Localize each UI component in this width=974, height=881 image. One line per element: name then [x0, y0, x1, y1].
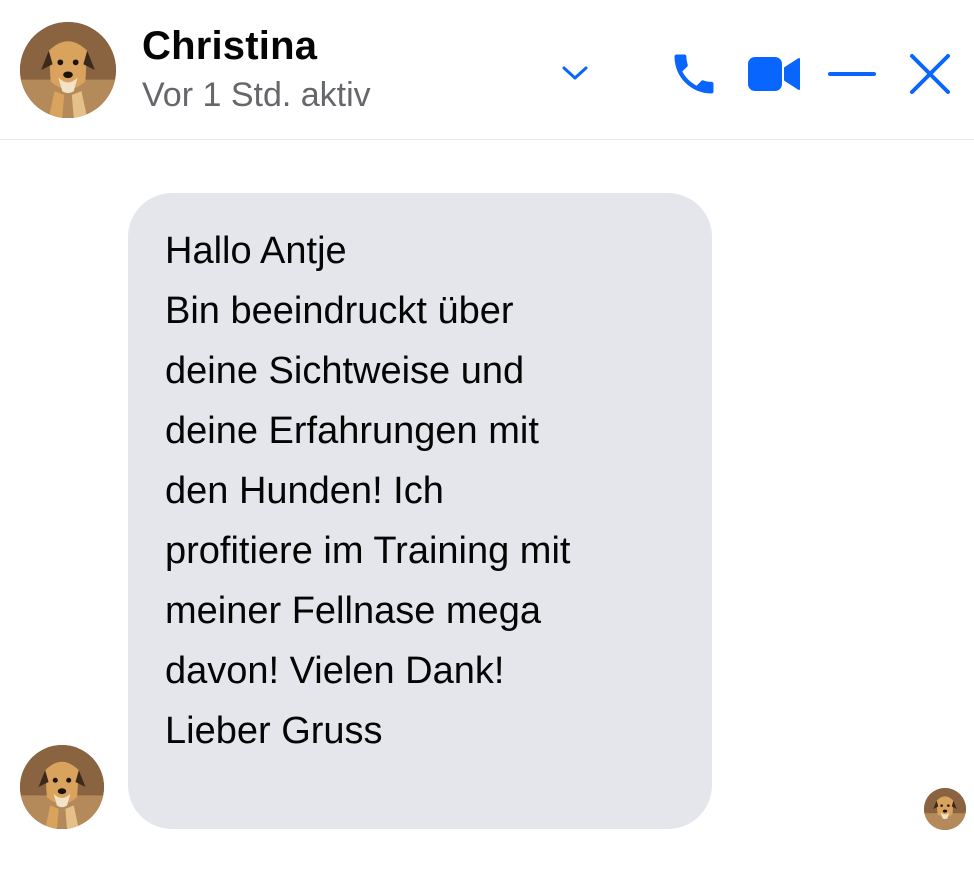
video-call-button[interactable] [744, 44, 804, 104]
audio-call-button[interactable] [664, 44, 724, 104]
close-icon [910, 54, 950, 94]
seen-indicator-avatar [924, 788, 966, 830]
contact-avatar[interactable] [20, 22, 116, 118]
message-line: den Hunden! Ich [165, 470, 444, 512]
message-line: deine Erfahrungen mit [165, 410, 539, 452]
chat-header: Christina Vor 1 Std. aktiv [0, 0, 974, 140]
message-bubble[interactable]: Hallo Antje Bin beeindruckt über deine S… [128, 193, 712, 829]
close-button[interactable] [900, 44, 960, 104]
message-line: deine Sichtweise und [165, 350, 525, 392]
message-line: Bin beeindruckt über [165, 290, 514, 332]
message-line: Lieber Gruss [165, 710, 383, 752]
phone-icon [674, 54, 714, 94]
message-line: profitiere im Training mit [165, 530, 571, 572]
video-camera-icon [748, 57, 800, 91]
chat-window: Christina Vor 1 Std. aktiv Hallo Antje B… [0, 0, 974, 881]
message-line: meiner Fellnase mega [165, 590, 541, 632]
minimize-button[interactable] [824, 44, 880, 104]
contact-name[interactable]: Christina [142, 24, 317, 69]
chat-options-button[interactable] [552, 50, 598, 96]
message-line: davon! Vielen Dank! [165, 650, 505, 692]
sender-avatar[interactable] [20, 745, 104, 829]
message-line: Hallo Antje [165, 230, 347, 272]
contact-status: Vor 1 Std. aktiv [142, 76, 371, 114]
minimize-icon [828, 72, 876, 76]
chevron-down-icon [562, 66, 588, 80]
